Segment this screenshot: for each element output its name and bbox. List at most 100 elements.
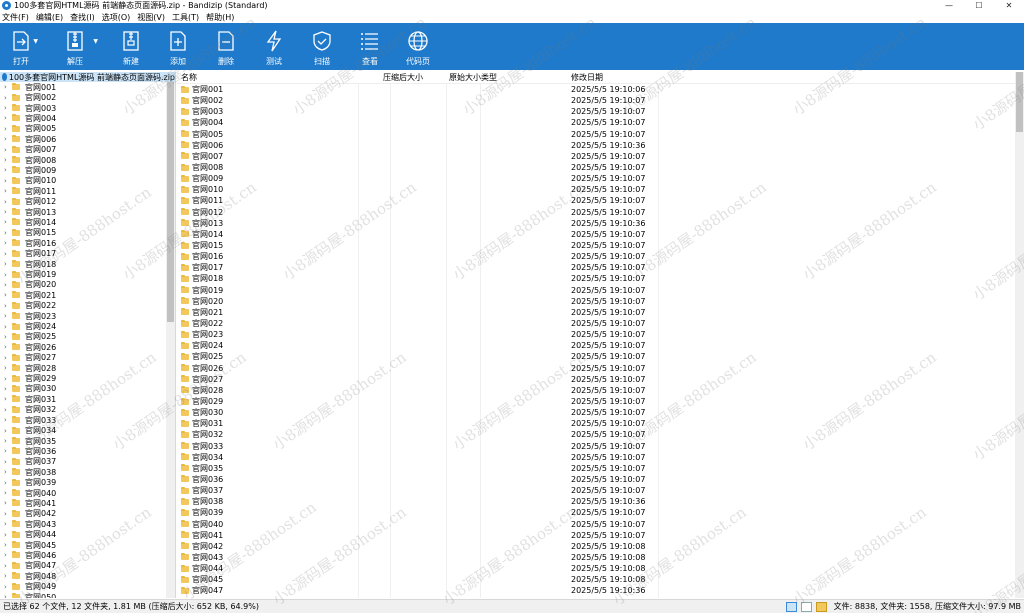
table-row[interactable]: 官网036 2025/5/5 19:10:07 bbox=[177, 474, 1024, 485]
tree-item[interactable]: › 官网046 bbox=[0, 550, 175, 560]
tree-item[interactable]: › 官网007 bbox=[0, 144, 175, 154]
table-row[interactable]: 官网043 2025/5/5 19:10:08 bbox=[177, 552, 1024, 563]
table-row[interactable]: 官网016 2025/5/5 19:10:07 bbox=[177, 251, 1024, 262]
tree-item[interactable]: › 官网045 bbox=[0, 540, 175, 550]
open-dropdown-chevron-icon[interactable]: ▼ bbox=[33, 38, 38, 45]
tree-item[interactable]: › 官网019 bbox=[0, 269, 175, 279]
chevron-right-icon[interactable]: › bbox=[4, 562, 12, 570]
tree-item[interactable]: › 官网014 bbox=[0, 217, 175, 227]
tree-item[interactable]: › 官网012 bbox=[0, 196, 175, 206]
test-button[interactable]: 测试 bbox=[250, 23, 298, 70]
table-row[interactable]: 官网041 2025/5/5 19:10:07 bbox=[177, 530, 1024, 541]
tree-item[interactable]: › 官网042 bbox=[0, 509, 175, 519]
tree-item[interactable]: › 官网048 bbox=[0, 571, 175, 581]
chevron-right-icon[interactable]: › bbox=[4, 541, 12, 549]
table-row[interactable]: 官网007 2025/5/5 19:10:07 bbox=[177, 151, 1024, 162]
chevron-right-icon[interactable]: › bbox=[4, 177, 12, 185]
tree-item[interactable]: › 官网008 bbox=[0, 155, 175, 165]
tree-scrollbar-thumb[interactable] bbox=[167, 82, 174, 322]
table-row[interactable]: 官网047 2025/5/5 19:10:36 bbox=[177, 585, 1024, 596]
table-row[interactable]: 官网020 2025/5/5 19:10:07 bbox=[177, 296, 1024, 307]
chevron-right-icon[interactable]: › bbox=[4, 499, 12, 507]
table-row[interactable]: 官网004 2025/5/5 19:10:07 bbox=[177, 117, 1024, 128]
table-row[interactable]: 官网017 2025/5/5 19:10:07 bbox=[177, 262, 1024, 273]
tree-item[interactable]: › 官网001 bbox=[0, 82, 175, 92]
chevron-right-icon[interactable]: › bbox=[4, 146, 12, 154]
details-view-icon[interactable] bbox=[786, 602, 797, 612]
chevron-right-icon[interactable]: › bbox=[4, 458, 12, 466]
chevron-right-icon[interactable]: › bbox=[4, 395, 12, 403]
tree-item[interactable]: › 官网024 bbox=[0, 321, 175, 331]
table-row[interactable]: 官网032 2025/5/5 19:10:07 bbox=[177, 429, 1024, 440]
chevron-right-icon[interactable]: › bbox=[4, 114, 12, 122]
column-original-size-header[interactable]: 原始大小 bbox=[449, 72, 481, 83]
chevron-right-icon[interactable]: › bbox=[4, 312, 12, 320]
tree-item[interactable]: › 官网036 bbox=[0, 446, 175, 456]
chevron-right-icon[interactable]: › bbox=[4, 166, 12, 174]
add-button[interactable]: 添加 bbox=[154, 23, 202, 70]
table-row[interactable]: 官网045 2025/5/5 19:10:08 bbox=[177, 574, 1024, 585]
chevron-right-icon[interactable]: › bbox=[4, 343, 12, 351]
table-row[interactable]: 官网038 2025/5/5 19:10:36 bbox=[177, 496, 1024, 507]
tree-item[interactable]: › 官网037 bbox=[0, 457, 175, 467]
tree-item[interactable]: › 官网043 bbox=[0, 519, 175, 529]
table-row[interactable]: 官网039 2025/5/5 19:10:07 bbox=[177, 507, 1024, 518]
codepage-button[interactable]: 代码页 bbox=[394, 23, 442, 70]
tree-root[interactable]: 100多套官网HTML源码 前端静态页面源码.zip bbox=[0, 72, 175, 82]
table-row[interactable]: 官网040 2025/5/5 19:10:07 bbox=[177, 518, 1024, 529]
tree-item[interactable]: › 官网040 bbox=[0, 488, 175, 498]
tree-item[interactable]: › 官网004 bbox=[0, 113, 175, 123]
menu-edit[interactable]: 编辑(E) bbox=[36, 12, 63, 23]
menu-file[interactable]: 文件(F) bbox=[2, 12, 29, 23]
delete-button[interactable]: 删除 bbox=[202, 23, 250, 70]
chevron-right-icon[interactable]: › bbox=[4, 260, 12, 268]
file-list-scrollbar[interactable] bbox=[1015, 72, 1024, 598]
chevron-right-icon[interactable]: › bbox=[4, 333, 12, 341]
table-row[interactable]: 官网027 2025/5/5 19:10:07 bbox=[177, 374, 1024, 385]
column-name-header[interactable]: 名称 bbox=[177, 72, 383, 83]
chevron-right-icon[interactable]: › bbox=[4, 323, 12, 331]
chevron-right-icon[interactable]: › bbox=[4, 375, 12, 383]
chevron-right-icon[interactable]: › bbox=[4, 94, 12, 102]
chevron-right-icon[interactable]: › bbox=[4, 385, 12, 393]
tree-scrollbar[interactable] bbox=[166, 82, 175, 598]
new-archive-button[interactable]: 新建 bbox=[108, 23, 154, 70]
tree-item[interactable]: › 官网041 bbox=[0, 498, 175, 508]
chevron-right-icon[interactable]: › bbox=[4, 510, 12, 518]
tree-item[interactable]: › 官网006 bbox=[0, 134, 175, 144]
chevron-right-icon[interactable]: › bbox=[4, 156, 12, 164]
maximize-button[interactable]: ☐ bbox=[964, 0, 994, 11]
preview-view-icon[interactable] bbox=[816, 602, 827, 612]
tree-item[interactable]: › 官网015 bbox=[0, 228, 175, 238]
table-row[interactable]: 官网037 2025/5/5 19:10:07 bbox=[177, 485, 1024, 496]
tree-item[interactable]: › 官网027 bbox=[0, 353, 175, 363]
chevron-right-icon[interactable]: › bbox=[4, 489, 12, 497]
extract-button[interactable]: 解压 ▼ bbox=[42, 23, 108, 70]
chevron-right-icon[interactable]: › bbox=[4, 364, 12, 372]
open-button[interactable]: 打开 ▼ bbox=[0, 23, 42, 70]
table-row[interactable]: 官网002 2025/5/5 19:10:07 bbox=[177, 95, 1024, 106]
chevron-right-icon[interactable]: › bbox=[4, 583, 12, 591]
table-row[interactable]: 官网042 2025/5/5 19:10:08 bbox=[177, 541, 1024, 552]
chevron-right-icon[interactable]: › bbox=[4, 187, 12, 195]
tree-item[interactable]: › 官网005 bbox=[0, 124, 175, 134]
tree-item[interactable]: › 官网002 bbox=[0, 92, 175, 102]
column-type-header[interactable]: 类型 bbox=[481, 72, 571, 83]
tree-item[interactable]: › 官网050 bbox=[0, 592, 175, 598]
menu-options[interactable]: 选项(O) bbox=[102, 12, 131, 23]
table-row[interactable]: 官网033 2025/5/5 19:10:07 bbox=[177, 441, 1024, 452]
table-row[interactable]: 官网029 2025/5/5 19:10:07 bbox=[177, 396, 1024, 407]
table-row[interactable]: 官网044 2025/5/5 19:10:08 bbox=[177, 563, 1024, 574]
tree-item[interactable]: › 官网028 bbox=[0, 363, 175, 373]
menu-help[interactable]: 帮助(H) bbox=[206, 12, 234, 23]
tree-item[interactable]: › 官网021 bbox=[0, 290, 175, 300]
table-row[interactable]: 官网013 2025/5/5 19:10:36 bbox=[177, 218, 1024, 229]
chevron-right-icon[interactable]: › bbox=[4, 208, 12, 216]
tree-item[interactable]: › 官网033 bbox=[0, 415, 175, 425]
chevron-right-icon[interactable]: › bbox=[4, 302, 12, 310]
tree-item[interactable]: › 官网038 bbox=[0, 467, 175, 477]
tree-item[interactable]: › 官网039 bbox=[0, 477, 175, 487]
table-row[interactable]: 官网025 2025/5/5 19:10:07 bbox=[177, 351, 1024, 362]
chevron-right-icon[interactable]: › bbox=[4, 198, 12, 206]
tree-item[interactable]: › 官网025 bbox=[0, 332, 175, 342]
